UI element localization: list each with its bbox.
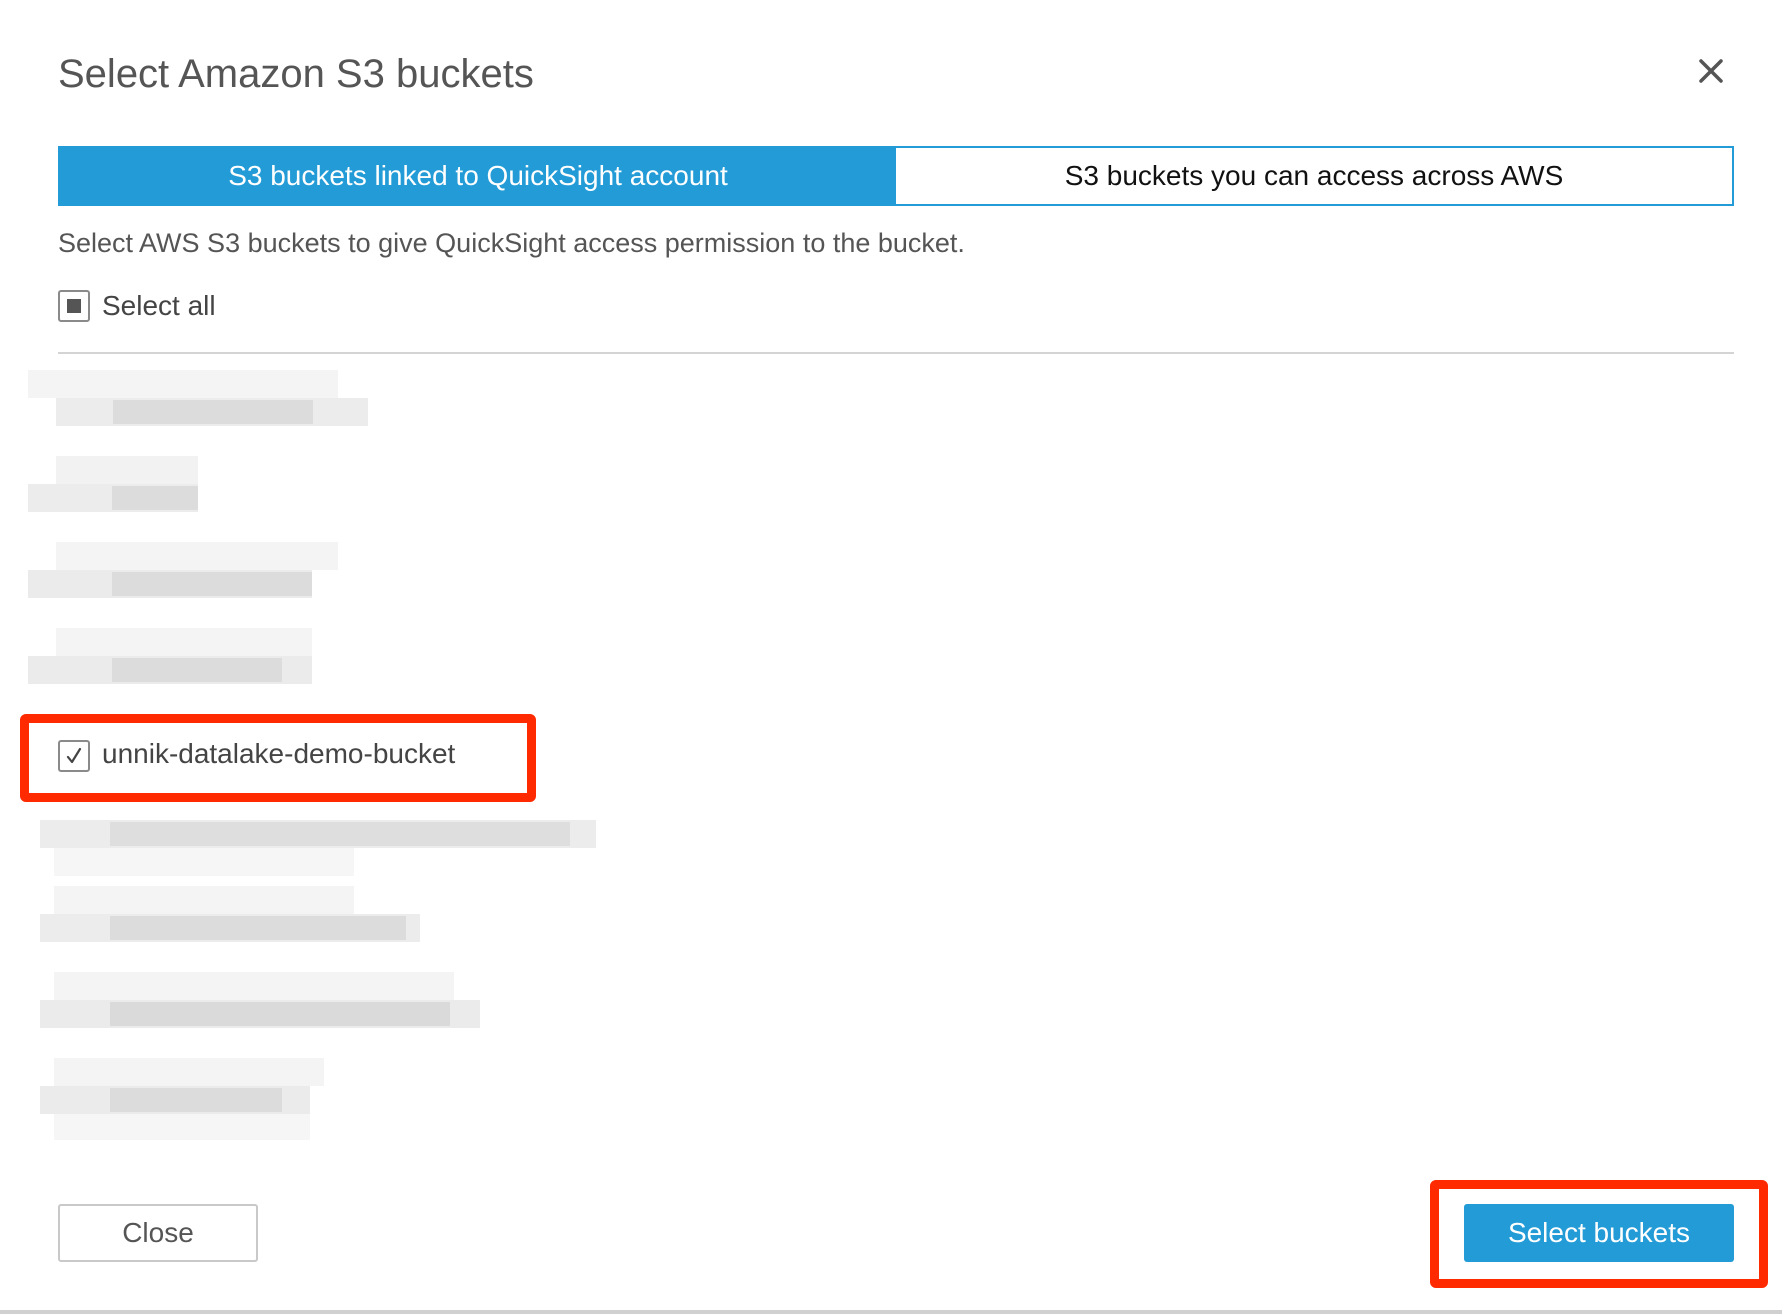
dialog-title: Select Amazon S3 buckets bbox=[58, 52, 534, 96]
divider bbox=[58, 352, 1734, 354]
select-buckets-button[interactable]: Select buckets bbox=[1464, 1204, 1734, 1262]
tab-all-aws-buckets[interactable]: S3 buckets you can access across AWS bbox=[896, 148, 1732, 204]
dialog-description: Select AWS S3 buckets to give QuickSight… bbox=[58, 228, 965, 258]
tab-linked-buckets[interactable]: S3 buckets linked to QuickSight account bbox=[60, 148, 896, 204]
bottom-border bbox=[0, 1310, 1782, 1314]
checkmark-icon bbox=[66, 747, 82, 764]
bucket-label[interactable]: unnik-datalake-demo-bucket bbox=[102, 738, 455, 770]
close-button[interactable]: Close bbox=[58, 1204, 258, 1262]
select-all-label[interactable]: Select all bbox=[102, 290, 216, 322]
select-all-checkbox[interactable] bbox=[58, 290, 90, 322]
bucket-checkbox[interactable] bbox=[58, 740, 90, 772]
select-s3-buckets-dialog: Select Amazon S3 buckets S3 buckets link… bbox=[0, 0, 1782, 1314]
bucket-source-tabs: S3 buckets linked to QuickSight account … bbox=[58, 146, 1734, 206]
close-icon[interactable] bbox=[1694, 54, 1728, 88]
indeterminate-mark-icon bbox=[67, 299, 81, 313]
